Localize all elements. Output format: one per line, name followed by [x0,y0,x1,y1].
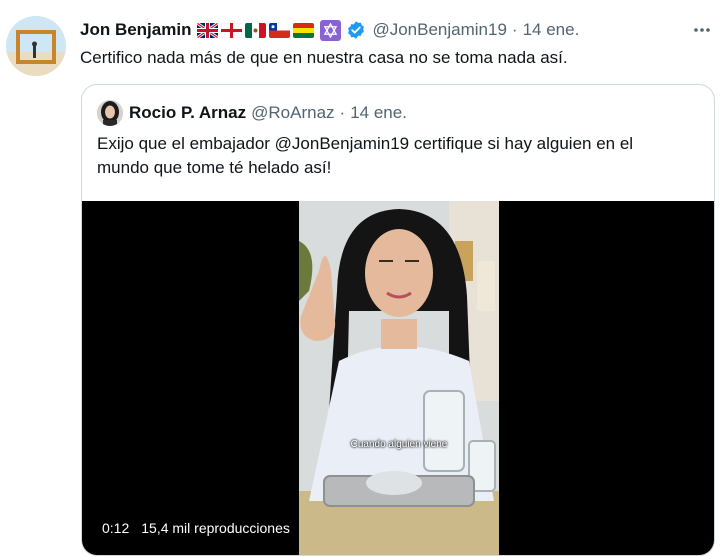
tweet-text: Certifico nada más de que en nuestra cas… [80,48,568,67]
video-elapsed-time: 0:12 [102,520,130,536]
chile-flag-icon [269,22,291,38]
quoted-tweet-text: Exijo que el embajador @JonBenjamin19 ce… [97,132,697,180]
verified-badge-icon [348,21,365,39]
flag-emojis [197,22,315,38]
quoted-text-line: Exijo que el embajador @JonBenjamin19 ce… [97,134,634,153]
star-of-david-icon [320,19,342,41]
bolivia-flag-icon [293,22,315,38]
tweet-date[interactable]: 14 ene. [523,20,580,40]
more-options-icon[interactable] [692,20,712,40]
video-time-badge: 0:12 15,4 mil reproducciones [96,517,296,539]
separator-dot: · [511,20,518,39]
quoted-tweet-header: Rocio P. Arnaz @RoArnaz · 14 ene. [97,100,407,126]
tweet-header: Jon Benjamin @JonBenjamin19 · 14 ene. [80,17,579,43]
author-handle[interactable]: @JonBenjamin19 [372,20,506,40]
quoted-separator-dot: · [339,103,346,122]
video-player[interactable]: Cuando alguien viene 0:12 15,4 mil repro… [82,201,714,555]
video-caption: Cuando alguien viene [350,439,448,450]
quoted-tweet[interactable]: Rocio P. Arnaz @RoArnaz · 14 ene. Exijo … [81,84,715,556]
tweet[interactable]: Jon Benjamin @JonBenjamin19 · 14 ene. Ce… [0,0,726,556]
mexico-flag-icon [245,22,267,38]
uk-flag-icon [197,22,219,38]
author-name[interactable]: Jon Benjamin [80,20,191,40]
quoted-tweet-date: 14 ene. [350,103,407,122]
quoted-author-name: Rocio P. Arnaz [129,103,247,122]
quoted-author-handle: @RoArnaz [251,103,335,122]
video-view-count: 15,4 mil reproducciones [141,520,290,536]
england-flag-icon [221,22,243,38]
quoted-text-line: mundo que tome té helado así! [97,158,332,177]
author-avatar[interactable] [6,16,66,76]
video-frame: Cuando alguien viene [299,201,499,555]
quoted-author-avatar [97,100,123,126]
